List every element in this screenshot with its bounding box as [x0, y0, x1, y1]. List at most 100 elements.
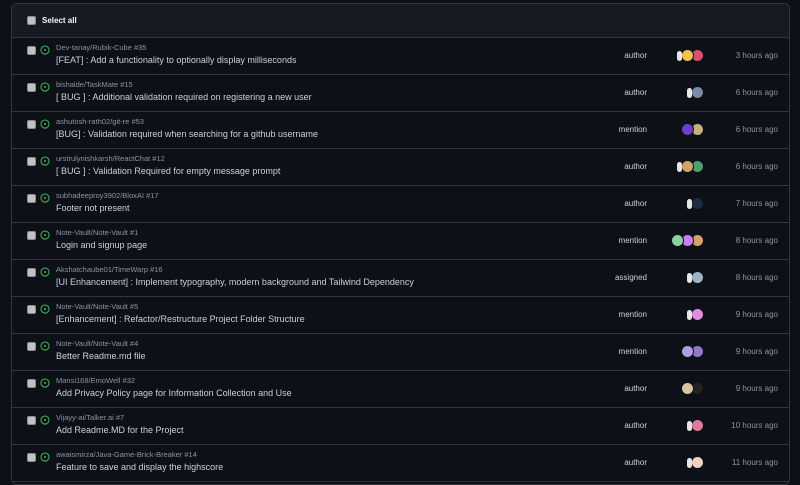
- notification-title[interactable]: Footer not present: [56, 202, 159, 215]
- notification-text[interactable]: bishalde/TaskMate #15[ BUG ] : Additiona…: [56, 80, 312, 104]
- notification-row[interactable]: Mansi168/EmoWell #32 Add Privacy Policy p…: [12, 371, 789, 408]
- notification-repo[interactable]: awaismirza/Java-Game-Brick-Breaker #14: [56, 450, 223, 460]
- notification-checkbox[interactable]: [27, 231, 36, 240]
- notification-row[interactable]: Akshatchaube01/TimeWarp #16 [UI Enhanceme…: [12, 260, 789, 297]
- notification-title[interactable]: [FEAT] : Add a functionality to optional…: [56, 54, 296, 67]
- notification-title[interactable]: [UI Enhancement] : Implement typography,…: [56, 276, 414, 289]
- avatar[interactable]: [681, 382, 694, 395]
- notification-checkbox[interactable]: [27, 379, 36, 388]
- notification-checkbox[interactable]: [27, 268, 36, 277]
- notification-text[interactable]: ashutosh-rath02/git-re #53 [BUG] : Valida…: [56, 117, 318, 141]
- notification-row[interactable]: Dev-tanay/Rubik-Cube #35 [FEAT] : Add a f…: [12, 38, 789, 75]
- notification-checkbox[interactable]: [27, 83, 36, 92]
- notification-text[interactable]: Vijayy-ai/Talker.ai #7 Add Readme.MD for …: [56, 413, 184, 437]
- notification-checkbox[interactable]: [27, 305, 36, 314]
- notification-row[interactable]: subhadeeproy3902/BloxAI #17 Footer not pr…: [12, 186, 789, 223]
- avatar[interactable]: [681, 123, 694, 136]
- notification-time: 11 hours ago: [731, 458, 778, 467]
- notification-repo[interactable]: Akshatchaube01/TimeWarp #16: [56, 265, 414, 275]
- notification-checkbox[interactable]: [27, 342, 36, 351]
- notification-reason: mention: [618, 236, 647, 245]
- notification-reason: mention: [618, 310, 647, 319]
- notification-checkbox[interactable]: [27, 453, 36, 462]
- notification-row[interactable]: bishalde/TaskMate #15[ BUG ] : Additiona…: [12, 75, 789, 112]
- notification-title[interactable]: Feature to save and display the highscor…: [56, 461, 223, 474]
- notification-row[interactable]: Vijayy-ai/Talker.ai #7 Add Readme.MD for …: [12, 408, 789, 445]
- notification-title[interactable]: Login and signup page: [56, 239, 147, 252]
- notification-text[interactable]: Dev-tanay/Rubik-Cube #35 [FEAT] : Add a f…: [56, 43, 296, 67]
- notification-reason: author: [624, 458, 647, 467]
- notification-time: 9 hours ago: [735, 347, 778, 356]
- avatar[interactable]: [681, 160, 694, 173]
- issue-opened-icon: [40, 156, 50, 166]
- avatar[interactable]: [681, 49, 694, 62]
- avatar[interactable]: [687, 273, 692, 283]
- notification-repo[interactable]: urstrulynishkarsh/ReactChat #12: [56, 154, 280, 164]
- notification-text[interactable]: Note-Vault/Note-Vault #1 Login and signup…: [56, 228, 147, 252]
- notification-time: 9 hours ago: [735, 384, 778, 393]
- notification-text[interactable]: Note-Vault/Note-Vault #4 Better Readme.md…: [56, 339, 146, 363]
- notification-title[interactable]: [ BUG ] : Additional validation required…: [56, 91, 312, 104]
- notification-repo[interactable]: Dev-tanay/Rubik-Cube #35: [56, 43, 296, 53]
- notification-row[interactable]: awaismirza/Java-Game-Brick-Breaker #14 Fe…: [12, 445, 789, 482]
- select-all-label[interactable]: Select all: [42, 16, 77, 25]
- notification-title[interactable]: [Enhancement] : Refactor/Restructure Pro…: [56, 313, 305, 326]
- notification-repo[interactable]: ashutosh-rath02/git-re #53: [56, 117, 318, 127]
- avatar[interactable]: [691, 197, 704, 210]
- issue-opened-icon: [40, 119, 50, 129]
- notification-list: Dev-tanay/Rubik-Cube #35 [FEAT] : Add a f…: [12, 38, 789, 482]
- participant-avatars: [671, 234, 704, 248]
- notification-repo[interactable]: Note-Vault/Note-Vault #4: [56, 339, 146, 349]
- avatar[interactable]: [691, 86, 704, 99]
- notification-row[interactable]: Note-Vault/Note-Vault #1 Login and signup…: [12, 223, 789, 260]
- avatar[interactable]: [681, 345, 694, 358]
- notification-row[interactable]: ashutosh-rath02/git-re #53 [BUG] : Valida…: [12, 112, 789, 149]
- notification-text[interactable]: Mansi168/EmoWell #32 Add Privacy Policy p…: [56, 376, 292, 400]
- notification-checkbox[interactable]: [27, 46, 36, 55]
- notification-title[interactable]: [ BUG ] : Validation Required for empty …: [56, 165, 280, 178]
- notification-checkbox[interactable]: [27, 416, 36, 425]
- avatar[interactable]: [687, 199, 692, 209]
- issue-opened-icon: [40, 193, 50, 203]
- notification-repo[interactable]: Note-Vault/Note-Vault #5: [56, 302, 305, 312]
- notification-title[interactable]: [BUG] : Validation required when searchi…: [56, 128, 318, 141]
- avatar[interactable]: [677, 162, 682, 172]
- notification-text[interactable]: Note-Vault/Note-Vault #5 [Enhancement] : …: [56, 302, 305, 326]
- avatar[interactable]: [677, 51, 682, 61]
- notification-repo[interactable]: bishalde/TaskMate #15: [56, 80, 312, 90]
- notification-reason: author: [624, 421, 647, 430]
- avatar[interactable]: [691, 271, 704, 284]
- notification-text[interactable]: urstrulynishkarsh/ReactChat #12[ BUG ] :…: [56, 154, 280, 178]
- notification-text[interactable]: subhadeeproy3902/BloxAI #17 Footer not pr…: [56, 191, 159, 215]
- notification-row[interactable]: urstrulynishkarsh/ReactChat #12[ BUG ] :…: [12, 149, 789, 186]
- notification-repo[interactable]: Mansi168/EmoWell #32: [56, 376, 292, 386]
- avatar[interactable]: [691, 419, 704, 432]
- notification-row[interactable]: Note-Vault/Note-Vault #4 Better Readme.md…: [12, 334, 789, 371]
- notification-title[interactable]: Better Readme.md file: [56, 350, 146, 363]
- notification-checkbox[interactable]: [27, 120, 36, 129]
- participant-avatars: [674, 160, 704, 174]
- select-all-checkbox[interactable]: [27, 16, 36, 25]
- notification-repo[interactable]: Vijayy-ai/Talker.ai #7: [56, 413, 184, 423]
- notification-time: 10 hours ago: [731, 421, 778, 430]
- notification-time: 7 hours ago: [735, 199, 778, 208]
- notification-checkbox[interactable]: [27, 194, 36, 203]
- participant-avatars: [674, 49, 704, 63]
- notification-repo[interactable]: subhadeeproy3902/BloxAI #17: [56, 191, 159, 201]
- notification-text[interactable]: awaismirza/Java-Game-Brick-Breaker #14 Fe…: [56, 450, 223, 474]
- avatar[interactable]: [687, 310, 692, 320]
- notification-row[interactable]: Note-Vault/Note-Vault #5 [Enhancement] : …: [12, 297, 789, 334]
- avatar[interactable]: [687, 458, 692, 468]
- avatar[interactable]: [687, 421, 692, 431]
- notification-checkbox[interactable]: [27, 157, 36, 166]
- avatar[interactable]: [687, 88, 692, 98]
- notification-text[interactable]: Akshatchaube01/TimeWarp #16 [UI Enhanceme…: [56, 265, 414, 289]
- issue-opened-icon: [40, 45, 50, 55]
- notification-time: 6 hours ago: [735, 88, 778, 97]
- notification-repo[interactable]: Note-Vault/Note-Vault #1: [56, 228, 147, 238]
- avatar[interactable]: [691, 456, 704, 469]
- avatar[interactable]: [691, 308, 704, 321]
- notification-title[interactable]: Add Readme.MD for the Project: [56, 424, 184, 437]
- avatar[interactable]: [671, 234, 684, 247]
- notification-title[interactable]: Add Privacy Policy page for Information …: [56, 387, 292, 400]
